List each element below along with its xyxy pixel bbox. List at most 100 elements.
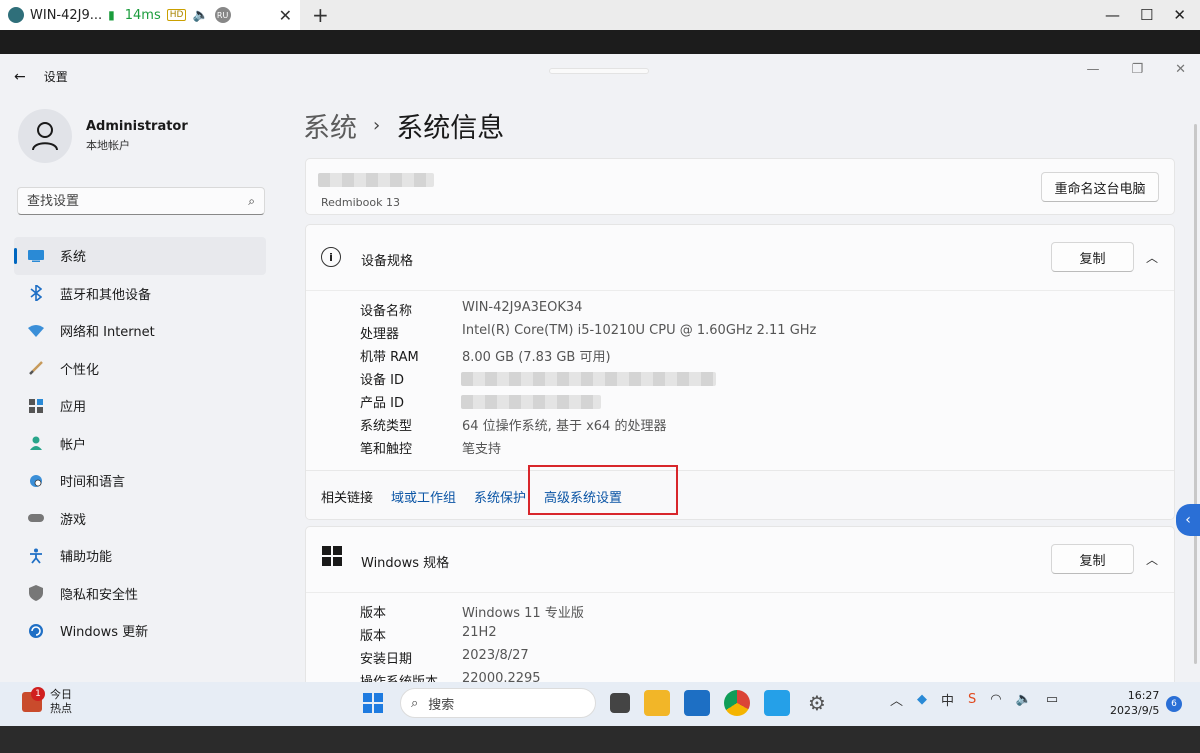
search-icon[interactable]: ⌕ bbox=[248, 194, 255, 209]
news-title: 今日 bbox=[50, 688, 72, 701]
update-icon bbox=[28, 623, 44, 639]
spec-row: 操作系统版本22000.2295 bbox=[360, 671, 541, 682]
sidebar-item-accounts[interactable]: 帐户 bbox=[14, 425, 266, 463]
side-panel-toggle-button[interactable]: ‹ bbox=[1176, 504, 1200, 536]
hd-badge[interactable]: HD bbox=[166, 9, 187, 21]
battery-icon[interactable]: ▭ bbox=[1046, 692, 1058, 707]
start-button[interactable] bbox=[360, 690, 386, 716]
sidebar-item-system[interactable]: 系统 bbox=[14, 237, 266, 275]
device-specs-header[interactable]: i 设备规格 复制 ︿ bbox=[306, 225, 1174, 290]
device-specs-card: i 设备规格 复制 ︿ 设备名称 WIN-42J9A3EOK34 处理器 Intel… bbox=[305, 224, 1175, 520]
clock[interactable]: 16:27 2023/9/5 bbox=[1110, 688, 1159, 718]
remote-tab[interactable]: WIN-42J9... ▮ 14ms HD 🔈 RU ✕ bbox=[0, 0, 300, 30]
link-system-protection[interactable]: 系统保护 bbox=[474, 487, 526, 506]
windows-specs-title: Windows 规格 bbox=[361, 556, 450, 571]
spec-key: 设备名称 bbox=[360, 304, 413, 319]
news-subtitle: 热点 bbox=[50, 702, 72, 715]
accessibility-icon bbox=[28, 548, 44, 564]
settings-gear-icon[interactable]: ⚙ bbox=[804, 690, 830, 716]
spec-key: 设备 ID bbox=[360, 373, 404, 388]
remote-black-bar bbox=[0, 30, 1200, 54]
sidebar-item-privacy[interactable]: 隐私和安全性 bbox=[14, 575, 266, 613]
window-maximize-button[interactable]: ❐ bbox=[1131, 62, 1143, 77]
news-widget[interactable]: 1 今日 热点 bbox=[22, 687, 72, 716]
microsoft-store-icon[interactable] bbox=[684, 690, 710, 716]
spec-row: 设备名称 WIN-42J9A3EOK34 bbox=[360, 300, 582, 319]
rename-pc-button[interactable]: 重命名这台电脑 bbox=[1041, 172, 1159, 202]
task-view-icon[interactable] bbox=[610, 693, 630, 713]
chevron-up-icon[interactable]: ︿ bbox=[1146, 551, 1158, 568]
wifi-icon[interactable]: ◠ bbox=[990, 692, 1001, 707]
snap-drag-handle[interactable] bbox=[549, 68, 649, 74]
sidebar-item-apps[interactable]: 应用 bbox=[14, 387, 266, 425]
spec-value: 8.00 GB (7.83 GB 可用) bbox=[462, 350, 611, 365]
client-maximize-button[interactable]: ☐ bbox=[1140, 6, 1153, 24]
chevron-left-icon: ‹ bbox=[1185, 512, 1191, 528]
spec-value: 22000.2295 bbox=[462, 671, 541, 682]
sidebar-item-network[interactable]: 网络和 Internet bbox=[14, 312, 266, 350]
close-tab-button[interactable]: ✕ bbox=[279, 6, 292, 25]
file-explorer-icon[interactable] bbox=[644, 690, 670, 716]
signal-icon: ▮ bbox=[108, 8, 115, 22]
sidebar-item-label: 时间和语言 bbox=[60, 475, 126, 491]
client-close-button[interactable]: ✕ bbox=[1173, 6, 1186, 24]
apps-icon bbox=[28, 398, 44, 414]
breadcrumb-parent[interactable]: 系统 bbox=[303, 106, 357, 145]
sidebar-item-personalization[interactable]: 个性化 bbox=[14, 350, 266, 388]
monitor-icon bbox=[28, 248, 44, 264]
windows-specs-card: Windows 规格 复制 ︿ 版本 Windows 11 专业版 版本 21H2 … bbox=[305, 526, 1175, 682]
news-badge: 1 bbox=[31, 687, 45, 701]
sidebar-nav: 系统 蓝牙和其他设备 网络和 Internet 个性化 应用 帐户 时间和语言 … bbox=[14, 237, 266, 650]
news-icon: 1 bbox=[22, 687, 45, 712]
new-tab-button[interactable]: + bbox=[312, 3, 329, 27]
taskbar-search[interactable]: ⌕ 搜索 bbox=[400, 688, 596, 718]
sidebar-item-windows-update[interactable]: Windows 更新 bbox=[14, 612, 266, 650]
chevron-up-icon[interactable]: ︿ bbox=[1146, 249, 1158, 266]
device-specs-title: 设备规格 bbox=[361, 254, 414, 269]
chevron-up-icon[interactable]: ︿ bbox=[890, 690, 903, 709]
sidebar-item-accessibility[interactable]: 辅助功能 bbox=[14, 537, 266, 575]
remote-app-icon[interactable] bbox=[764, 690, 790, 716]
redacted-product-id bbox=[461, 395, 601, 409]
scrollbar[interactable] bbox=[1194, 124, 1197, 664]
windows-specs-header[interactable]: Windows 规格 复制 ︿ bbox=[306, 527, 1174, 592]
spec-value: 笔支持 bbox=[462, 442, 502, 457]
ime-indicator[interactable]: 中 bbox=[941, 690, 954, 709]
tray-app-icon[interactable]: ◆ bbox=[917, 692, 927, 707]
copy-windows-specs-button[interactable]: 复制 bbox=[1051, 544, 1134, 574]
language-badge[interactable]: RU bbox=[214, 7, 231, 23]
copy-device-specs-button[interactable]: 复制 bbox=[1051, 242, 1134, 272]
window-minimize-button[interactable]: — bbox=[1086, 62, 1099, 77]
spec-key: 系统类型 bbox=[360, 419, 413, 434]
person-icon bbox=[32, 122, 58, 151]
sidebar-item-gaming[interactable]: 游戏 bbox=[14, 500, 266, 538]
window-close-button[interactable]: ✕ bbox=[1175, 62, 1186, 77]
settings-search[interactable]: ⌕ bbox=[17, 187, 265, 215]
sidebar-item-label: 系统 bbox=[60, 250, 87, 266]
sogou-icon[interactable]: S bbox=[968, 692, 976, 707]
pc-model: Redmibook 13 bbox=[321, 196, 400, 209]
sidebar-item-label: 蓝牙和其他设备 bbox=[60, 287, 152, 303]
speaker-icon[interactable]: 🔈 bbox=[192, 8, 208, 23]
search-input[interactable] bbox=[27, 193, 249, 209]
spec-row: 设备 ID bbox=[360, 369, 462, 388]
volume-icon[interactable]: 🔈 bbox=[1016, 692, 1032, 707]
chrome-icon[interactable] bbox=[724, 690, 750, 716]
link-domain-workgroup[interactable]: 域或工作组 bbox=[391, 487, 456, 506]
sidebar-item-bluetooth[interactable]: 蓝牙和其他设备 bbox=[14, 275, 266, 313]
spec-row: 机带 RAM 8.00 GB (7.83 GB 可用) bbox=[360, 346, 611, 365]
search-icon: ⌕ bbox=[411, 695, 419, 711]
windows-start-icon bbox=[363, 693, 383, 713]
redacted-pc-name bbox=[318, 173, 434, 187]
spec-key: 版本 bbox=[360, 629, 387, 644]
window-title: 设置 bbox=[43, 70, 68, 84]
sidebar-item-time-language[interactable]: 时间和语言 bbox=[14, 462, 266, 500]
sidebar-item-label: 辅助功能 bbox=[60, 550, 113, 566]
system-tray: ︿ ◆ 中 S ◠ 🔈 ▭ bbox=[890, 690, 1058, 709]
spec-key: 产品 ID bbox=[360, 396, 404, 411]
notification-badge[interactable]: 6 bbox=[1166, 696, 1182, 712]
user-profile[interactable]: Administrator 本地帐户 bbox=[18, 109, 188, 163]
back-button[interactable]: ← bbox=[14, 69, 26, 85]
sidebar-item-label: 帐户 bbox=[60, 437, 87, 453]
client-minimize-button[interactable]: — bbox=[1105, 6, 1120, 24]
